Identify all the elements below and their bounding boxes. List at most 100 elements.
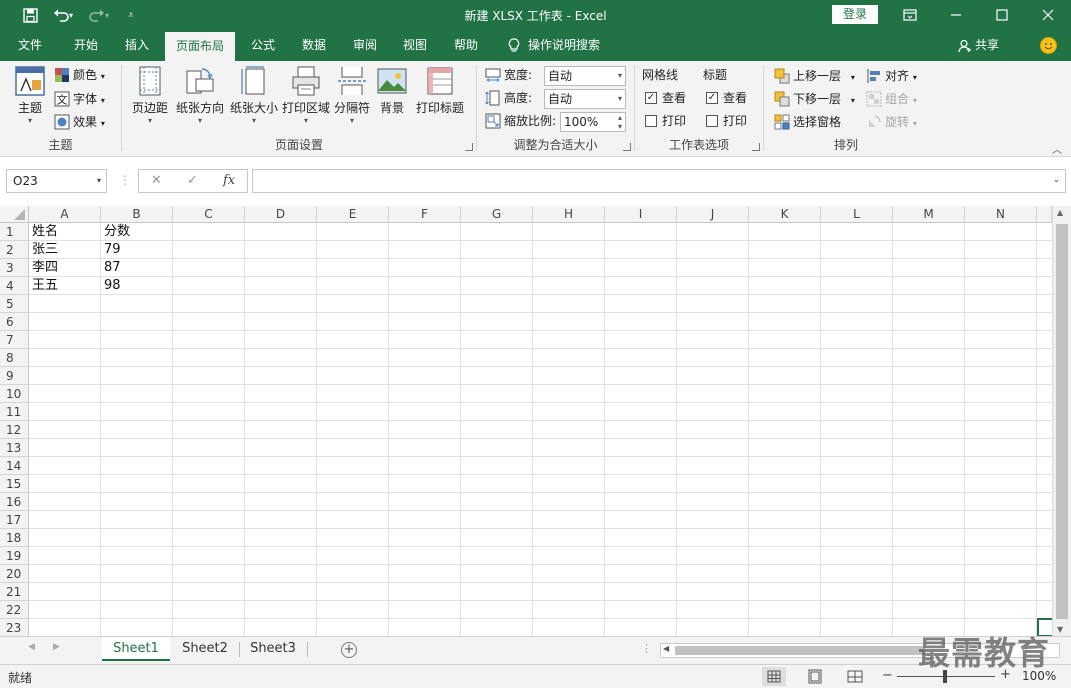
scrollbar-thumb[interactable] [1056, 224, 1068, 619]
cancel-icon[interactable]: ✕ [151, 173, 162, 188]
row-header[interactable]: 23 [0, 619, 29, 636]
row-header[interactable]: 12 [0, 421, 29, 439]
margins-button[interactable]: 页边距 ▾ [130, 65, 170, 126]
paper-size-button[interactable]: 纸张大小 ▾ [228, 65, 280, 126]
cell[interactable]: 分数 [101, 223, 173, 241]
column-header[interactable]: L [821, 206, 893, 223]
column-header[interactable]: F [389, 206, 461, 223]
row-header[interactable]: 13 [0, 439, 29, 457]
row-header[interactable]: 18 [0, 529, 29, 547]
dialog-launcher-icon[interactable] [623, 143, 631, 151]
tell-me-search[interactable]: 操作说明搜索 [508, 30, 600, 61]
sheet-tab-sheet2[interactable]: Sheet2 [172, 637, 238, 661]
cell[interactable]: 姓名 [29, 223, 101, 241]
cell[interactable]: 98 [101, 277, 173, 295]
group-button[interactable]: 组合 ▾ [866, 89, 917, 109]
next-sheet-icon[interactable]: ▶ [53, 642, 60, 652]
row-header[interactable]: 22 [0, 601, 29, 619]
scale-stepper[interactable]: 100% ▴ ▾ [560, 112, 626, 132]
tab-home[interactable]: 开始 [62, 30, 110, 61]
add-sheet-icon[interactable]: + [341, 642, 357, 658]
row-header[interactable]: 10 [0, 385, 29, 403]
collapse-ribbon-icon[interactable]: ︿ [1052, 141, 1062, 156]
page-layout-view-icon[interactable] [803, 667, 827, 686]
tab-help[interactable]: 帮助 [442, 30, 490, 61]
row-header[interactable]: 19 [0, 547, 29, 565]
bring-forward-button[interactable]: 上移一层 ▾ [774, 66, 855, 86]
tab-insert[interactable]: 插入 [113, 30, 161, 61]
cell[interactable]: 张三 [29, 241, 101, 259]
column-header[interactable]: M [893, 206, 965, 223]
tab-file[interactable]: 文件 [6, 30, 54, 61]
scroll-down-icon[interactable]: ▼ [1057, 625, 1063, 634]
page-break-view-icon[interactable] [843, 667, 867, 686]
cell[interactable]: 79 [101, 241, 173, 259]
row-header[interactable]: 20 [0, 565, 29, 583]
height-select[interactable]: 自动 ▾ [544, 89, 626, 109]
row-header[interactable]: 6 [0, 313, 29, 331]
enter-icon[interactable]: ✓ [187, 173, 198, 188]
row-header[interactable]: 2 [0, 241, 29, 259]
column-header[interactable]: N [965, 206, 1037, 223]
row-header[interactable]: 5 [0, 295, 29, 313]
cell[interactable]: 李四 [29, 259, 101, 277]
scrollbar-thumb[interactable] [675, 646, 925, 655]
close-icon[interactable] [1025, 0, 1071, 30]
cell[interactable]: 87 [101, 259, 173, 277]
row-header[interactable]: 11 [0, 403, 29, 421]
send-backward-button[interactable]: 下移一层 ▾ [774, 89, 855, 109]
name-box[interactable]: O23 ▾ [6, 169, 107, 193]
gridlines-print-checkbox[interactable]: 打印 [645, 111, 686, 131]
ribbon-display-icon[interactable] [887, 0, 933, 30]
chevron-down-icon[interactable]: ▾ [618, 118, 622, 136]
selection-pane-button[interactable]: 选择窗格 [774, 112, 841, 132]
vertical-scrollbar[interactable]: ▲ ▼ [1052, 206, 1071, 636]
zoom-out-icon[interactable]: − [882, 668, 893, 683]
dialog-launcher-icon[interactable] [752, 143, 760, 151]
themes-button[interactable]: 主题 ▾ [10, 65, 50, 126]
fonts-button[interactable]: 文字体 ▾ [54, 89, 105, 109]
print-area-button[interactable]: 打印区域 ▾ [280, 65, 332, 126]
maximize-icon[interactable] [979, 0, 1025, 30]
row-header[interactable]: 7 [0, 331, 29, 349]
row-header[interactable]: 8 [0, 349, 29, 367]
cell[interactable]: 王五 [29, 277, 101, 295]
prev-sheet-icon[interactable]: ◀ [28, 642, 35, 652]
insert-function-icon[interactable]: fx [223, 173, 235, 188]
column-header[interactable]: B [101, 206, 173, 223]
tab-formulas[interactable]: 公式 [239, 30, 287, 61]
width-select[interactable]: 自动 ▾ [544, 66, 626, 86]
breaks-button[interactable]: 分隔符 ▾ [332, 65, 372, 126]
row-header[interactable]: 21 [0, 583, 29, 601]
login-button[interactable]: 登录 [832, 5, 878, 24]
column-header[interactable]: E [317, 206, 389, 223]
column-header[interactable]: C [173, 206, 245, 223]
column-header[interactable]: J [677, 206, 749, 223]
row-header[interactable]: 4 [0, 277, 29, 295]
tab-view[interactable]: 视图 [391, 30, 439, 61]
column-header[interactable]: K [749, 206, 821, 223]
align-button[interactable]: 对齐 ▾ [866, 66, 917, 86]
row-header[interactable]: 3 [0, 259, 29, 277]
scroll-up-icon[interactable]: ▲ [1057, 208, 1063, 217]
column-header[interactable]: A [29, 206, 101, 223]
column-header[interactable]: H [533, 206, 605, 223]
formula-input[interactable]: ⌄ [252, 169, 1066, 193]
share-button[interactable]: 共享 [958, 30, 999, 61]
effects-button[interactable]: 效果 ▾ [54, 112, 105, 132]
orientation-button[interactable]: 纸张方向 ▾ [174, 65, 226, 126]
headings-view-checkbox[interactable]: ✓ 查看 [706, 88, 747, 108]
feedback-smiley-icon[interactable] [1040, 37, 1057, 54]
row-header[interactable]: 9 [0, 367, 29, 385]
row-header[interactable]: 14 [0, 457, 29, 475]
sheet-tab-sheet1[interactable]: Sheet1 [102, 637, 170, 661]
column-header[interactable]: G [461, 206, 533, 223]
normal-view-icon[interactable] [762, 667, 786, 686]
worksheet-grid[interactable]: A B C D E F G H I J K L M N 1 2 3 4 5 6 7 8 9 10 11 12 13 14 15 16 17 1… [0, 206, 1052, 636]
headings-print-checkbox[interactable]: 打印 [706, 111, 747, 131]
tab-page-layout[interactable]: 页面布局 [165, 32, 235, 61]
row-header[interactable]: 17 [0, 511, 29, 529]
minimize-icon[interactable] [933, 0, 979, 30]
rotate-button[interactable]: 旋转 ▾ [866, 112, 917, 132]
column-header[interactable]: I [605, 206, 677, 223]
